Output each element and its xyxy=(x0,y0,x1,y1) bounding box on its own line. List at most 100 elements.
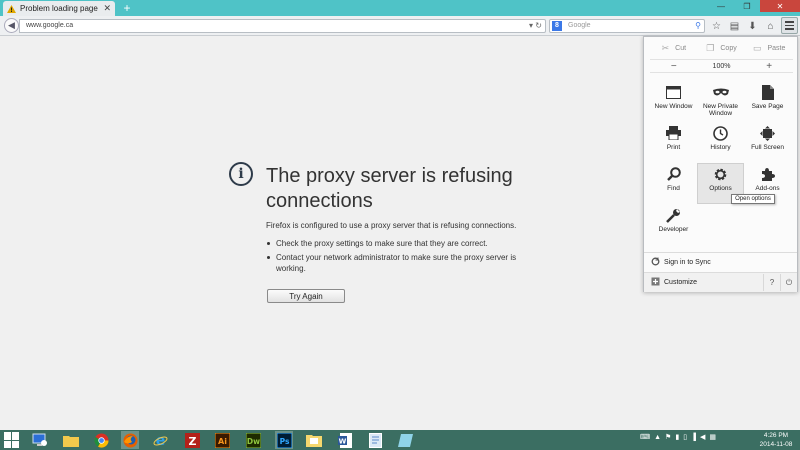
navigation-toolbar: ◀ www.google.ca ▾ ↻ 8 Google ⚲ ☆ ▤ ⬇ ⌂ xyxy=(0,16,800,36)
downloads-icon[interactable]: ⬇ xyxy=(745,18,760,34)
paste-button[interactable]: ▭ Paste xyxy=(745,41,793,56)
tab-strip: Problem loading page ✕ + — ❐ ✕ xyxy=(0,0,800,16)
fullscreen-icon xyxy=(760,125,776,141)
illustrator-icon[interactable]: Ai xyxy=(213,431,231,449)
options-tooltip: Open options xyxy=(731,194,775,204)
sync-icon xyxy=(651,257,660,268)
magnifier-icon xyxy=(666,166,682,182)
folder-app-icon[interactable] xyxy=(305,431,323,449)
new-tab-button[interactable]: + xyxy=(120,1,134,15)
clock-icon xyxy=(713,125,729,141)
error-suggestions: Check the proxy settings to make sure th… xyxy=(266,238,528,277)
search-placeholder: Google xyxy=(568,22,591,29)
gear-icon xyxy=(713,166,729,182)
mask-icon xyxy=(712,84,729,100)
error-description: Firefox is configured to use a proxy ser… xyxy=(266,221,517,230)
search-input[interactable]: 8 Google ⚲ xyxy=(549,19,705,33)
history-button[interactable]: History xyxy=(697,122,744,163)
warning-icon xyxy=(7,4,16,13)
window-icon xyxy=(666,84,682,100)
svg-text:W: W xyxy=(338,437,346,445)
home-icon[interactable]: ⌂ xyxy=(763,18,778,34)
network-icon[interactable]: ▮ xyxy=(675,433,679,441)
document-app-icon[interactable] xyxy=(366,431,384,449)
zoom-reset-button[interactable]: 100% xyxy=(698,60,746,72)
notes-app-icon[interactable] xyxy=(396,431,414,449)
find-button[interactable]: Find xyxy=(650,163,697,204)
search-icon[interactable]: ⚲ xyxy=(695,20,701,32)
info-icon: i xyxy=(229,162,253,186)
keyboard-language-icon[interactable]: ▦ xyxy=(709,433,716,441)
photoshop-icon[interactable]: Ps xyxy=(275,431,293,449)
svg-text:Ai: Ai xyxy=(218,437,227,446)
tab-close-icon[interactable]: ✕ xyxy=(103,3,111,14)
menu-grid: New Window New Private Window Save Page … xyxy=(650,81,793,245)
cut-button[interactable]: ✂ Cut xyxy=(650,41,698,56)
developer-button[interactable]: Developer xyxy=(650,204,697,245)
list-item: Check the proxy settings to make sure th… xyxy=(266,238,528,249)
file-explorer-icon[interactable] xyxy=(62,431,80,449)
new-window-button[interactable]: New Window xyxy=(650,81,697,122)
firefox-menu-panel: ✂ Cut ❐ Copy ▭ Paste − 100% + New Window Ne… xyxy=(643,36,798,292)
print-button[interactable]: Print xyxy=(650,122,697,163)
keyboard-icon[interactable]: ⌨ xyxy=(640,433,650,441)
url-text: www.google.ca xyxy=(26,22,74,29)
clock-time: 4:26 PM xyxy=(763,432,789,439)
list-item: Contact your network administrator to ma… xyxy=(266,252,528,274)
bookmarks-menu-icon[interactable]: ▤ xyxy=(727,18,742,34)
url-bar[interactable]: www.google.ca ▾ ↻ xyxy=(19,19,546,33)
panel-footer: Customize ? ⏻ xyxy=(644,273,797,292)
maximize-icon[interactable]: ❐ xyxy=(734,0,760,12)
scissors-icon: ✂ xyxy=(661,43,670,53)
system-tray: ⌨ ▲ ⚑ ▮ ▯ ▐ ◀ ▦ xyxy=(640,433,716,442)
flag-icon[interactable]: ⚑ xyxy=(665,433,671,441)
taskbar: e Z Ai Dw Ps W ⌨ ▲ ⚑ ▮ ▯ ▐ ◀ ▦ 4:26 PM 2… xyxy=(0,430,800,450)
filezilla-icon[interactable]: Z xyxy=(183,431,201,449)
zoom-in-button[interactable]: + xyxy=(745,60,793,72)
full-screen-button[interactable]: Full Screen xyxy=(744,122,791,163)
volume-icon[interactable]: ◀ xyxy=(700,433,705,441)
back-button[interactable]: ◀ xyxy=(4,18,19,33)
bookmark-star-icon[interactable]: ☆ xyxy=(709,18,724,34)
power-icon[interactable]: ⏻ xyxy=(780,274,797,291)
signal-icon[interactable]: ▐ xyxy=(691,434,696,441)
svg-text:Z: Z xyxy=(188,435,196,448)
dropdown-icon[interactable]: ▾ xyxy=(529,21,533,30)
computer-app-icon[interactable] xyxy=(31,431,49,449)
windows-start-icon[interactable] xyxy=(4,432,20,448)
reload-icon[interactable]: ↻ xyxy=(535,21,542,30)
clock-date: 2014-11-08 xyxy=(759,441,793,448)
svg-text:e: e xyxy=(155,433,165,448)
try-again-button[interactable]: Try Again xyxy=(267,289,345,303)
page-icon xyxy=(760,84,776,100)
expand-tray-icon[interactable]: ▲ xyxy=(654,434,661,441)
paste-icon: ▭ xyxy=(752,43,762,53)
svg-text:Ps: Ps xyxy=(279,437,289,446)
copy-button[interactable]: ❐ Copy xyxy=(698,41,746,56)
printer-icon xyxy=(666,125,682,141)
error-title: The proxy server is refusing connections xyxy=(266,165,513,212)
minimize-icon[interactable]: — xyxy=(708,0,734,12)
firefox-icon[interactable] xyxy=(121,431,139,449)
edit-controls: ✂ Cut ❐ Copy ▭ Paste xyxy=(650,41,793,56)
save-page-button[interactable]: Save Page xyxy=(744,81,791,122)
sign-in-to-sync-button[interactable]: Sign in to Sync xyxy=(644,253,797,272)
zoom-out-button[interactable]: − xyxy=(650,60,698,72)
new-private-window-button[interactable]: New Private Window xyxy=(697,81,744,122)
window-controls: — ❐ ✕ xyxy=(708,0,800,12)
internet-explorer-icon[interactable]: e xyxy=(151,431,169,449)
window-close-icon[interactable]: ✕ xyxy=(760,0,800,12)
battery-icon[interactable]: ▯ xyxy=(683,433,687,441)
customize-button[interactable]: Customize xyxy=(651,277,763,288)
copy-icon: ❐ xyxy=(706,43,715,53)
url-bar-icons: ▾ ↻ xyxy=(529,20,542,32)
dreamweaver-icon[interactable]: Dw xyxy=(244,431,262,449)
taskbar-clock[interactable]: 4:26 PM 2014-11-08 xyxy=(755,431,797,449)
svg-text:Dw: Dw xyxy=(246,437,259,446)
hamburger-menu-icon[interactable] xyxy=(781,17,798,34)
chrome-icon[interactable] xyxy=(92,431,110,449)
tab-problem-loading[interactable]: Problem loading page ✕ xyxy=(3,1,115,16)
help-icon[interactable]: ? xyxy=(763,274,780,291)
google-icon[interactable]: 8 xyxy=(552,21,562,31)
word-icon[interactable]: W xyxy=(336,431,354,449)
